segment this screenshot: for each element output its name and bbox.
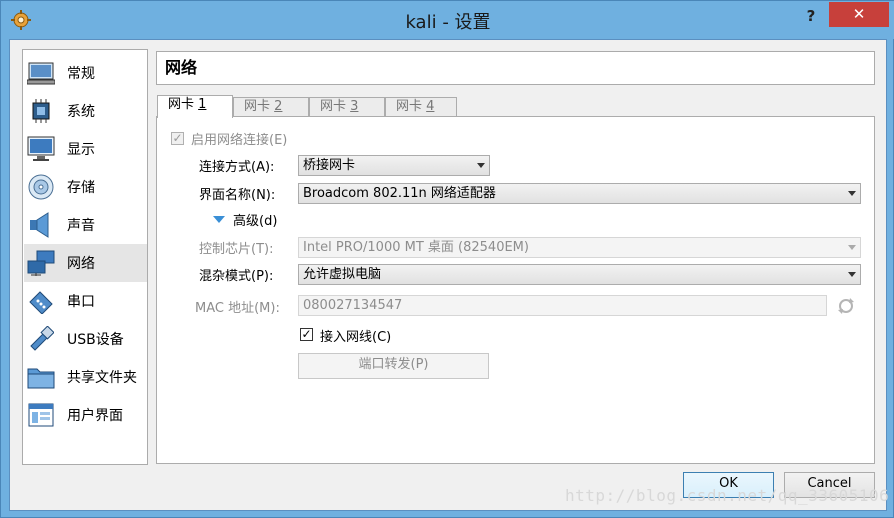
cable-connected-checkbox[interactable]: ✓ — [300, 328, 313, 341]
enable-adapter-checkbox[interactable]: ✓ — [171, 132, 184, 145]
chevron-down-icon — [477, 163, 485, 168]
help-button[interactable]: ? — [798, 5, 824, 27]
sidebar-item-user-interface[interactable]: 用户界面 — [24, 396, 147, 434]
sidebar-item-label: USB设备 — [67, 332, 124, 348]
serial-port-icon — [27, 287, 55, 315]
sidebar-item-serial-port[interactable]: 串口 — [24, 282, 147, 320]
page-title: 网络 — [156, 51, 875, 85]
refresh-mac-icon[interactable] — [837, 297, 855, 315]
tab-number: 4 — [426, 99, 435, 114]
tab-number: 3 — [350, 99, 359, 114]
adapter-type-select[interactable]: Intel PRO/1000 MT 桌面 (82540EM) — [298, 237, 861, 258]
tab-label: 网卡 — [320, 99, 347, 114]
display-icon — [27, 135, 55, 163]
mac-address-value: 080027134547 — [303, 298, 403, 313]
sidebar-item-label: 存储 — [67, 180, 95, 196]
tab-number: 2 — [274, 99, 283, 114]
sidebar-item-label: 声音 — [67, 218, 95, 234]
settings-window: kali - 设置 ? ✕ 常规 系统 显示 存储 声音 网络 串口 USB设备… — [0, 0, 894, 518]
interface-name-select[interactable]: Broadcom 802.11n 网络适配器 — [298, 183, 861, 204]
port-forwarding-button[interactable]: 端口转发(P) — [298, 353, 489, 379]
sidebar-item-usb[interactable]: USB设备 — [24, 320, 147, 358]
sidebar-item-general[interactable]: 常规 — [24, 54, 147, 92]
system-icon — [27, 97, 55, 125]
settings-sidebar: 常规 系统 显示 存储 声音 网络 串口 USB设备 共享文件夹 用户界面 — [22, 49, 148, 465]
tab-number: 1 — [198, 97, 207, 112]
title-bar[interactable]: kali - 设置 ? ✕ — [1, 1, 894, 39]
promiscuous-mode-select[interactable]: 允许虚拟电脑 — [298, 264, 861, 285]
sidebar-item-network[interactable]: 网络 — [24, 244, 147, 282]
audio-icon — [27, 211, 55, 239]
watermark: http://blog.csdn.net/qq_33605106 — [565, 486, 890, 505]
usb-icon — [27, 325, 55, 353]
sidebar-item-label: 串口 — [67, 294, 95, 310]
adapter-type-value: Intel PRO/1000 MT 桌面 (82540EM) — [303, 240, 529, 255]
adapter-panel: ✓ 启用网络连接(E) 连接方式(A): 桥接网卡 界面名称(N): Broad… — [156, 116, 875, 464]
close-button[interactable]: ✕ — [829, 2, 889, 27]
tab-adapter-1[interactable]: 网卡 1 — [157, 95, 233, 118]
sidebar-item-system[interactable]: 系统 — [24, 92, 147, 130]
sidebar-item-audio[interactable]: 声音 — [24, 206, 147, 244]
mac-address-label: MAC 地址(M): — [195, 301, 280, 316]
sidebar-item-label: 共享文件夹 — [67, 370, 137, 386]
sidebar-item-storage[interactable]: 存储 — [24, 168, 147, 206]
sidebar-item-label: 常规 — [67, 66, 95, 82]
dialog-client: 常规 系统 显示 存储 声音 网络 串口 USB设备 共享文件夹 用户界面 网络… — [9, 39, 890, 511]
tab-label: 网卡 — [396, 99, 423, 114]
enable-adapter-label: 启用网络连接(E) — [191, 133, 288, 148]
mac-address-field[interactable]: 080027134547 — [298, 295, 827, 316]
interface-name-label: 界面名称(N): — [199, 188, 276, 203]
user-interface-icon — [27, 401, 55, 429]
adapter-type-label: 控制芯片(T): — [199, 242, 274, 257]
cable-connected-label: 接入网线(C) — [320, 330, 392, 345]
tab-adapter-3[interactable]: 网卡 3 — [309, 97, 385, 117]
advanced-label: 高级(d) — [233, 213, 278, 229]
chevron-down-icon — [848, 272, 856, 277]
shared-folder-icon — [27, 363, 55, 391]
attached-to-value: 桥接网卡 — [303, 158, 356, 173]
expand-triangle-icon — [213, 215, 225, 223]
tab-adapter-4[interactable]: 网卡 4 — [385, 97, 457, 117]
sidebar-item-label: 系统 — [67, 104, 95, 120]
storage-icon — [27, 173, 55, 201]
tab-adapter-2[interactable]: 网卡 2 — [233, 97, 309, 117]
promiscuous-mode-value: 允许虚拟电脑 — [303, 267, 382, 282]
sidebar-item-label: 网络 — [67, 256, 95, 272]
chevron-down-icon — [848, 245, 856, 250]
attached-to-select[interactable]: 桥接网卡 — [298, 155, 490, 176]
chevron-down-icon — [848, 191, 856, 196]
attached-to-label: 连接方式(A): — [199, 160, 275, 175]
tab-label: 网卡 — [244, 99, 271, 114]
network-icon — [27, 249, 55, 277]
general-icon — [27, 59, 55, 87]
sidebar-item-display[interactable]: 显示 — [24, 130, 147, 168]
sidebar-item-shared-folders[interactable]: 共享文件夹 — [24, 358, 147, 396]
window-title: kali - 设置 — [405, 12, 491, 33]
tab-label: 网卡 — [168, 97, 195, 112]
sidebar-item-label: 用户界面 — [67, 408, 123, 424]
advanced-toggle[interactable]: 高级(d) — [213, 210, 278, 229]
interface-name-value: Broadcom 802.11n 网络适配器 — [303, 186, 496, 201]
promiscuous-mode-label: 混杂模式(P): — [199, 269, 274, 284]
sidebar-item-label: 显示 — [67, 142, 95, 158]
